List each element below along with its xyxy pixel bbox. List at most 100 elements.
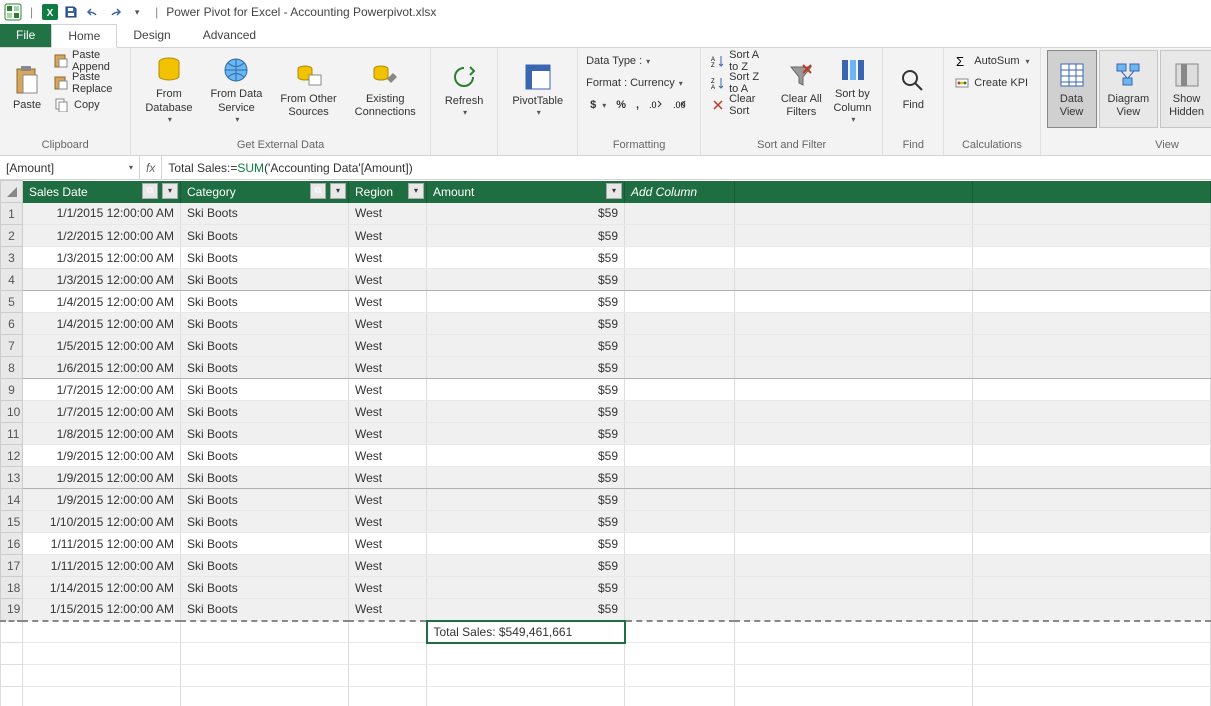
cell-blank[interactable] — [625, 291, 735, 313]
row-number[interactable]: 19 — [1, 599, 23, 621]
cell-category[interactable]: Ski Boots — [181, 291, 349, 313]
filter-dropdown-icon[interactable]: ▾ — [330, 183, 346, 199]
cell-blank[interactable] — [625, 225, 735, 247]
calc-cell-total-sales[interactable]: Total Sales: $549,461,661 — [427, 621, 625, 643]
cell-sales-date[interactable]: 1/15/2015 12:00:00 AM — [23, 599, 181, 621]
cell-blank[interactable] — [973, 357, 1211, 379]
data-grid-container[interactable]: Sales Date⧉▾ Category⧉▾ Region▾ Amount▾ … — [0, 180, 1211, 706]
show-hidden-button[interactable]: Show Hidden — [1160, 50, 1211, 128]
cell-blank[interactable] — [735, 313, 973, 335]
cell-amount[interactable]: $59 — [427, 533, 625, 555]
cell-blank[interactable] — [625, 203, 735, 225]
cell-blank[interactable] — [735, 467, 973, 489]
table-row[interactable]: 51/4/2015 12:00:00 AMSki BootsWest$59 — [1, 291, 1211, 313]
cell-blank[interactable] — [735, 379, 973, 401]
table-row[interactable]: 171/11/2015 12:00:00 AMSki BootsWest$59 — [1, 555, 1211, 577]
cell-region[interactable]: West — [349, 467, 427, 489]
table-row[interactable]: 81/6/2015 12:00:00 AMSki BootsWest$59 — [1, 357, 1211, 379]
cell-sales-date[interactable]: 1/6/2015 12:00:00 AM — [23, 357, 181, 379]
cell-blank[interactable] — [625, 511, 735, 533]
cell-blank[interactable] — [735, 247, 973, 269]
cell-region[interactable]: West — [349, 269, 427, 291]
paste-button[interactable]: Paste — [6, 50, 48, 128]
row-number[interactable]: 4 — [1, 269, 23, 291]
cell-blank[interactable] — [625, 555, 735, 577]
qat-dropdown[interactable]: ▾ — [127, 2, 147, 22]
cell-blank[interactable] — [735, 423, 973, 445]
cell-sales-date[interactable]: 1/9/2015 12:00:00 AM — [23, 467, 181, 489]
cell-category[interactable]: Ski Boots — [181, 203, 349, 225]
cell-sales-date[interactable]: 1/3/2015 12:00:00 AM — [23, 247, 181, 269]
cell-sales-date[interactable]: 1/9/2015 12:00:00 AM — [23, 489, 181, 511]
cell-amount[interactable]: $59 — [427, 401, 625, 423]
col-header-sales-date[interactable]: Sales Date⧉▾ — [23, 181, 181, 203]
cell-blank[interactable] — [735, 577, 973, 599]
table-row[interactable]: 11/1/2015 12:00:00 AMSki BootsWest$59 — [1, 203, 1211, 225]
cell-region[interactable]: West — [349, 247, 427, 269]
cell-sales-date[interactable]: 1/10/2015 12:00:00 AM — [23, 511, 181, 533]
cell-region[interactable]: West — [349, 313, 427, 335]
sort-az-button[interactable]: AZSort A to Z — [707, 50, 774, 72]
cell-blank[interactable] — [625, 423, 735, 445]
cell-amount[interactable]: $59 — [427, 203, 625, 225]
cell-region[interactable]: West — [349, 489, 427, 511]
cell-blank[interactable] — [973, 467, 1211, 489]
find-button[interactable]: Find — [889, 50, 937, 128]
cell-sales-date[interactable]: 1/11/2015 12:00:00 AM — [23, 555, 181, 577]
cell-amount[interactable]: $59 — [427, 335, 625, 357]
cell-blank[interactable] — [735, 555, 973, 577]
row-number[interactable]: 10 — [1, 401, 23, 423]
cell-category[interactable]: Ski Boots — [181, 269, 349, 291]
cell-region[interactable]: West — [349, 511, 427, 533]
table-row[interactable]: 141/9/2015 12:00:00 AMSki BootsWest$59 — [1, 489, 1211, 511]
cell-blank[interactable] — [973, 423, 1211, 445]
row-number[interactable]: 16 — [1, 533, 23, 555]
cell-category[interactable]: Ski Boots — [181, 247, 349, 269]
cell-blank[interactable] — [625, 599, 735, 621]
row-number[interactable]: 3 — [1, 247, 23, 269]
cell-sales-date[interactable]: 1/3/2015 12:00:00 AM — [23, 269, 181, 291]
cell-sales-date[interactable]: 1/4/2015 12:00:00 AM — [23, 291, 181, 313]
formula-input[interactable]: Total Sales:=SUM('Accounting Data'[Amoun… — [162, 161, 1211, 175]
row-number[interactable]: 9 — [1, 379, 23, 401]
row-number[interactable]: 12 — [1, 445, 23, 467]
undo-button[interactable] — [83, 2, 103, 22]
row-number[interactable]: 6 — [1, 313, 23, 335]
cell-blank[interactable] — [735, 203, 973, 225]
cell-region[interactable]: West — [349, 533, 427, 555]
row-number[interactable]: 14 — [1, 489, 23, 511]
calc-cell[interactable] — [625, 621, 735, 643]
cell-region[interactable]: West — [349, 379, 427, 401]
cell-blank[interactable] — [625, 467, 735, 489]
calc-cell[interactable] — [23, 621, 181, 643]
row-number[interactable]: 1 — [1, 203, 23, 225]
table-row[interactable]: 31/3/2015 12:00:00 AMSki BootsWest$59 — [1, 247, 1211, 269]
cell-sales-date[interactable]: 1/11/2015 12:00:00 AM — [23, 533, 181, 555]
cell-blank[interactable] — [735, 225, 973, 247]
sort-by-column-button[interactable]: Sort by Column▾ — [829, 50, 877, 128]
table-row[interactable]: 121/9/2015 12:00:00 AMSki BootsWest$59 — [1, 445, 1211, 467]
row-number[interactable]: 15 — [1, 511, 23, 533]
cell-category[interactable]: Ski Boots — [181, 599, 349, 621]
cell-sales-date[interactable]: 1/8/2015 12:00:00 AM — [23, 423, 181, 445]
tab-design[interactable]: Design — [117, 24, 186, 47]
copy-button[interactable]: Copy — [50, 94, 124, 116]
cell-category[interactable]: Ski Boots — [181, 467, 349, 489]
cell-category[interactable]: Ski Boots — [181, 379, 349, 401]
cell-blank[interactable] — [973, 533, 1211, 555]
paste-append-button[interactable]: Paste Append — [50, 50, 124, 72]
calc-cell[interactable] — [735, 621, 973, 643]
cell-region[interactable]: West — [349, 401, 427, 423]
cell-blank[interactable] — [625, 445, 735, 467]
cell-sales-date[interactable]: 1/2/2015 12:00:00 AM — [23, 225, 181, 247]
cell-region[interactable]: West — [349, 203, 427, 225]
select-all-corner[interactable] — [1, 181, 23, 203]
cell-amount[interactable]: $59 — [427, 357, 625, 379]
col-header-add[interactable]: Add Column — [625, 181, 735, 203]
row-number[interactable]: 7 — [1, 335, 23, 357]
cell-blank[interactable] — [735, 401, 973, 423]
increase-decimal-button[interactable]: .0 — [645, 94, 667, 116]
cell-blank[interactable] — [735, 445, 973, 467]
cell-amount[interactable]: $59 — [427, 379, 625, 401]
cell-category[interactable]: Ski Boots — [181, 445, 349, 467]
